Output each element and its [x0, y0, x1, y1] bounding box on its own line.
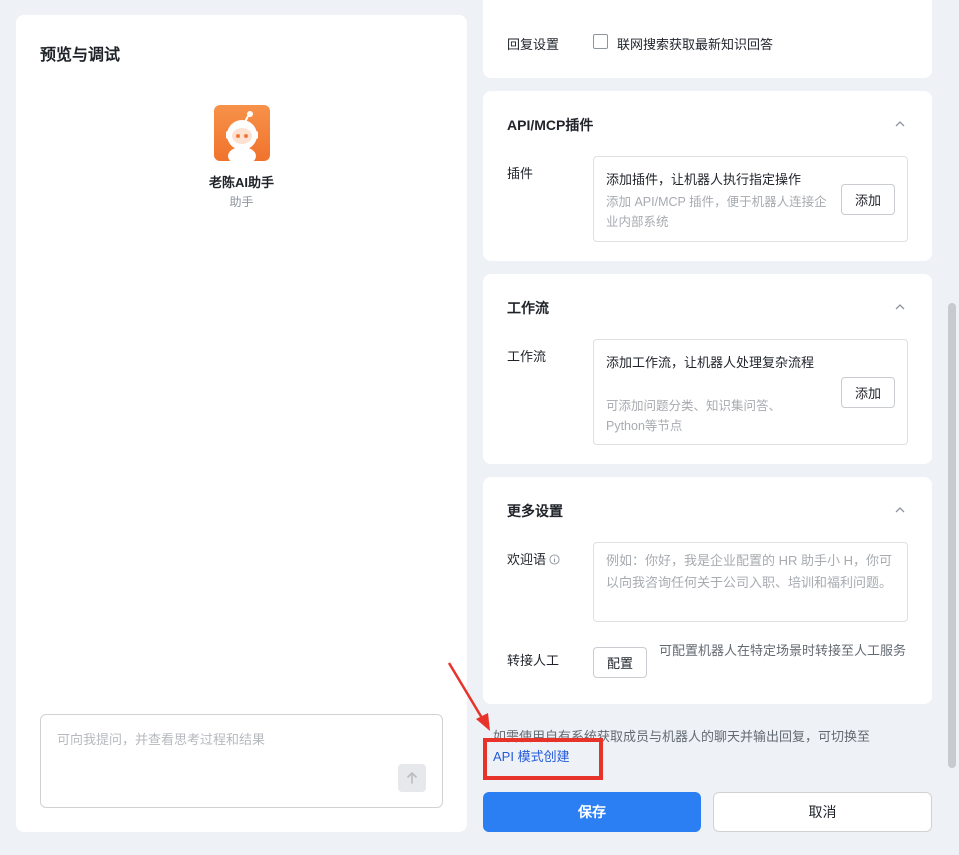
workflow-title: 工作流	[507, 300, 549, 316]
handoff-desc: 可配置机器人在特定场景时转接至人工服务	[659, 643, 907, 658]
welcome-message-field[interactable]: 例如：你好，我是企业配置的 HR 助手小 H，你可以向我咨询任何关于公司入职、培…	[593, 542, 908, 622]
bot-name: 老陈AI助手	[208, 175, 274, 190]
chat-input[interactable]	[57, 732, 397, 747]
welcome-label: 欢迎语	[507, 549, 560, 568]
arrow-up-icon	[407, 772, 417, 784]
cancel-button[interactable]: 取消	[713, 792, 932, 832]
workflow-box-title: 添加工作流，让机器人处理复杂流程	[606, 355, 815, 370]
chevron-up-icon[interactable]	[894, 118, 906, 130]
plugins-label: 插件	[507, 166, 534, 181]
workflow-box: 添加工作流，让机器人处理复杂流程 可添加问题分类、知识集问答、Python等节点…	[593, 339, 908, 445]
handoff-config-button[interactable]: 配置	[593, 647, 647, 678]
add-plugin-button[interactable]: 添加	[841, 184, 895, 215]
welcome-placeholder: 例如：你好，我是企业配置的 HR 助手小 H，你可以向我咨询任何关于公司入职、培…	[606, 553, 893, 590]
save-button[interactable]: 保存	[483, 792, 701, 832]
plugins-title: API/MCP插件	[507, 117, 594, 133]
annotation-highlight-box	[483, 738, 603, 780]
preview-panel: 预览与调试 老陈AI助手 助手	[16, 15, 467, 832]
send-button[interactable]	[398, 764, 426, 792]
more-settings-card: 更多设置 欢迎语 例如：你好，我是企业配置的 HR 助手小 H，你可以向我咨询任…	[483, 477, 932, 704]
reply-settings-label: 回复设置	[507, 37, 560, 52]
plugins-box-desc: 添加 API/MCP 插件，便于机器人连接企业内部系统	[606, 195, 827, 229]
chat-input-box[interactable]	[40, 714, 443, 808]
workflow-label: 工作流	[507, 349, 547, 364]
workflow-box-desc: 可添加问题分类、知识集问答、Python等节点	[606, 399, 782, 433]
web-search-label[interactable]: 联网搜索获取最新知识回答	[617, 34, 773, 53]
chevron-up-icon[interactable]	[894, 301, 906, 313]
more-settings-title: 更多设置	[507, 503, 563, 519]
chevron-up-icon[interactable]	[894, 504, 906, 516]
preview-title: 预览与调试	[40, 47, 121, 64]
workflow-card: 工作流 工作流 添加工作流，让机器人处理复杂流程 可添加问题分类、知识集问答、P…	[483, 274, 932, 464]
plugins-card: API/MCP插件 插件 添加插件，让机器人执行指定操作 添加 API/MCP …	[483, 91, 932, 261]
web-search-checkbox[interactable]	[593, 34, 608, 49]
plugins-box-title: 添加插件，让机器人执行指定操作	[606, 172, 802, 187]
info-icon[interactable]	[549, 554, 560, 565]
scrollbar[interactable]	[948, 303, 956, 768]
welcome-label-text: 欢迎语	[507, 552, 547, 567]
handoff-label: 转接人工	[507, 653, 560, 668]
add-workflow-button[interactable]: 添加	[841, 377, 895, 408]
robot-icon	[226, 111, 258, 161]
reply-settings-card: 回复设置 联网搜索获取最新知识回答	[483, 0, 932, 78]
bot-role: 助手	[229, 195, 254, 209]
annotation-arrow-icon	[447, 662, 490, 731]
plugins-box: 添加插件，让机器人执行指定操作 添加 API/MCP 插件，便于机器人连接企业内…	[593, 156, 908, 242]
bot-avatar	[214, 105, 270, 161]
